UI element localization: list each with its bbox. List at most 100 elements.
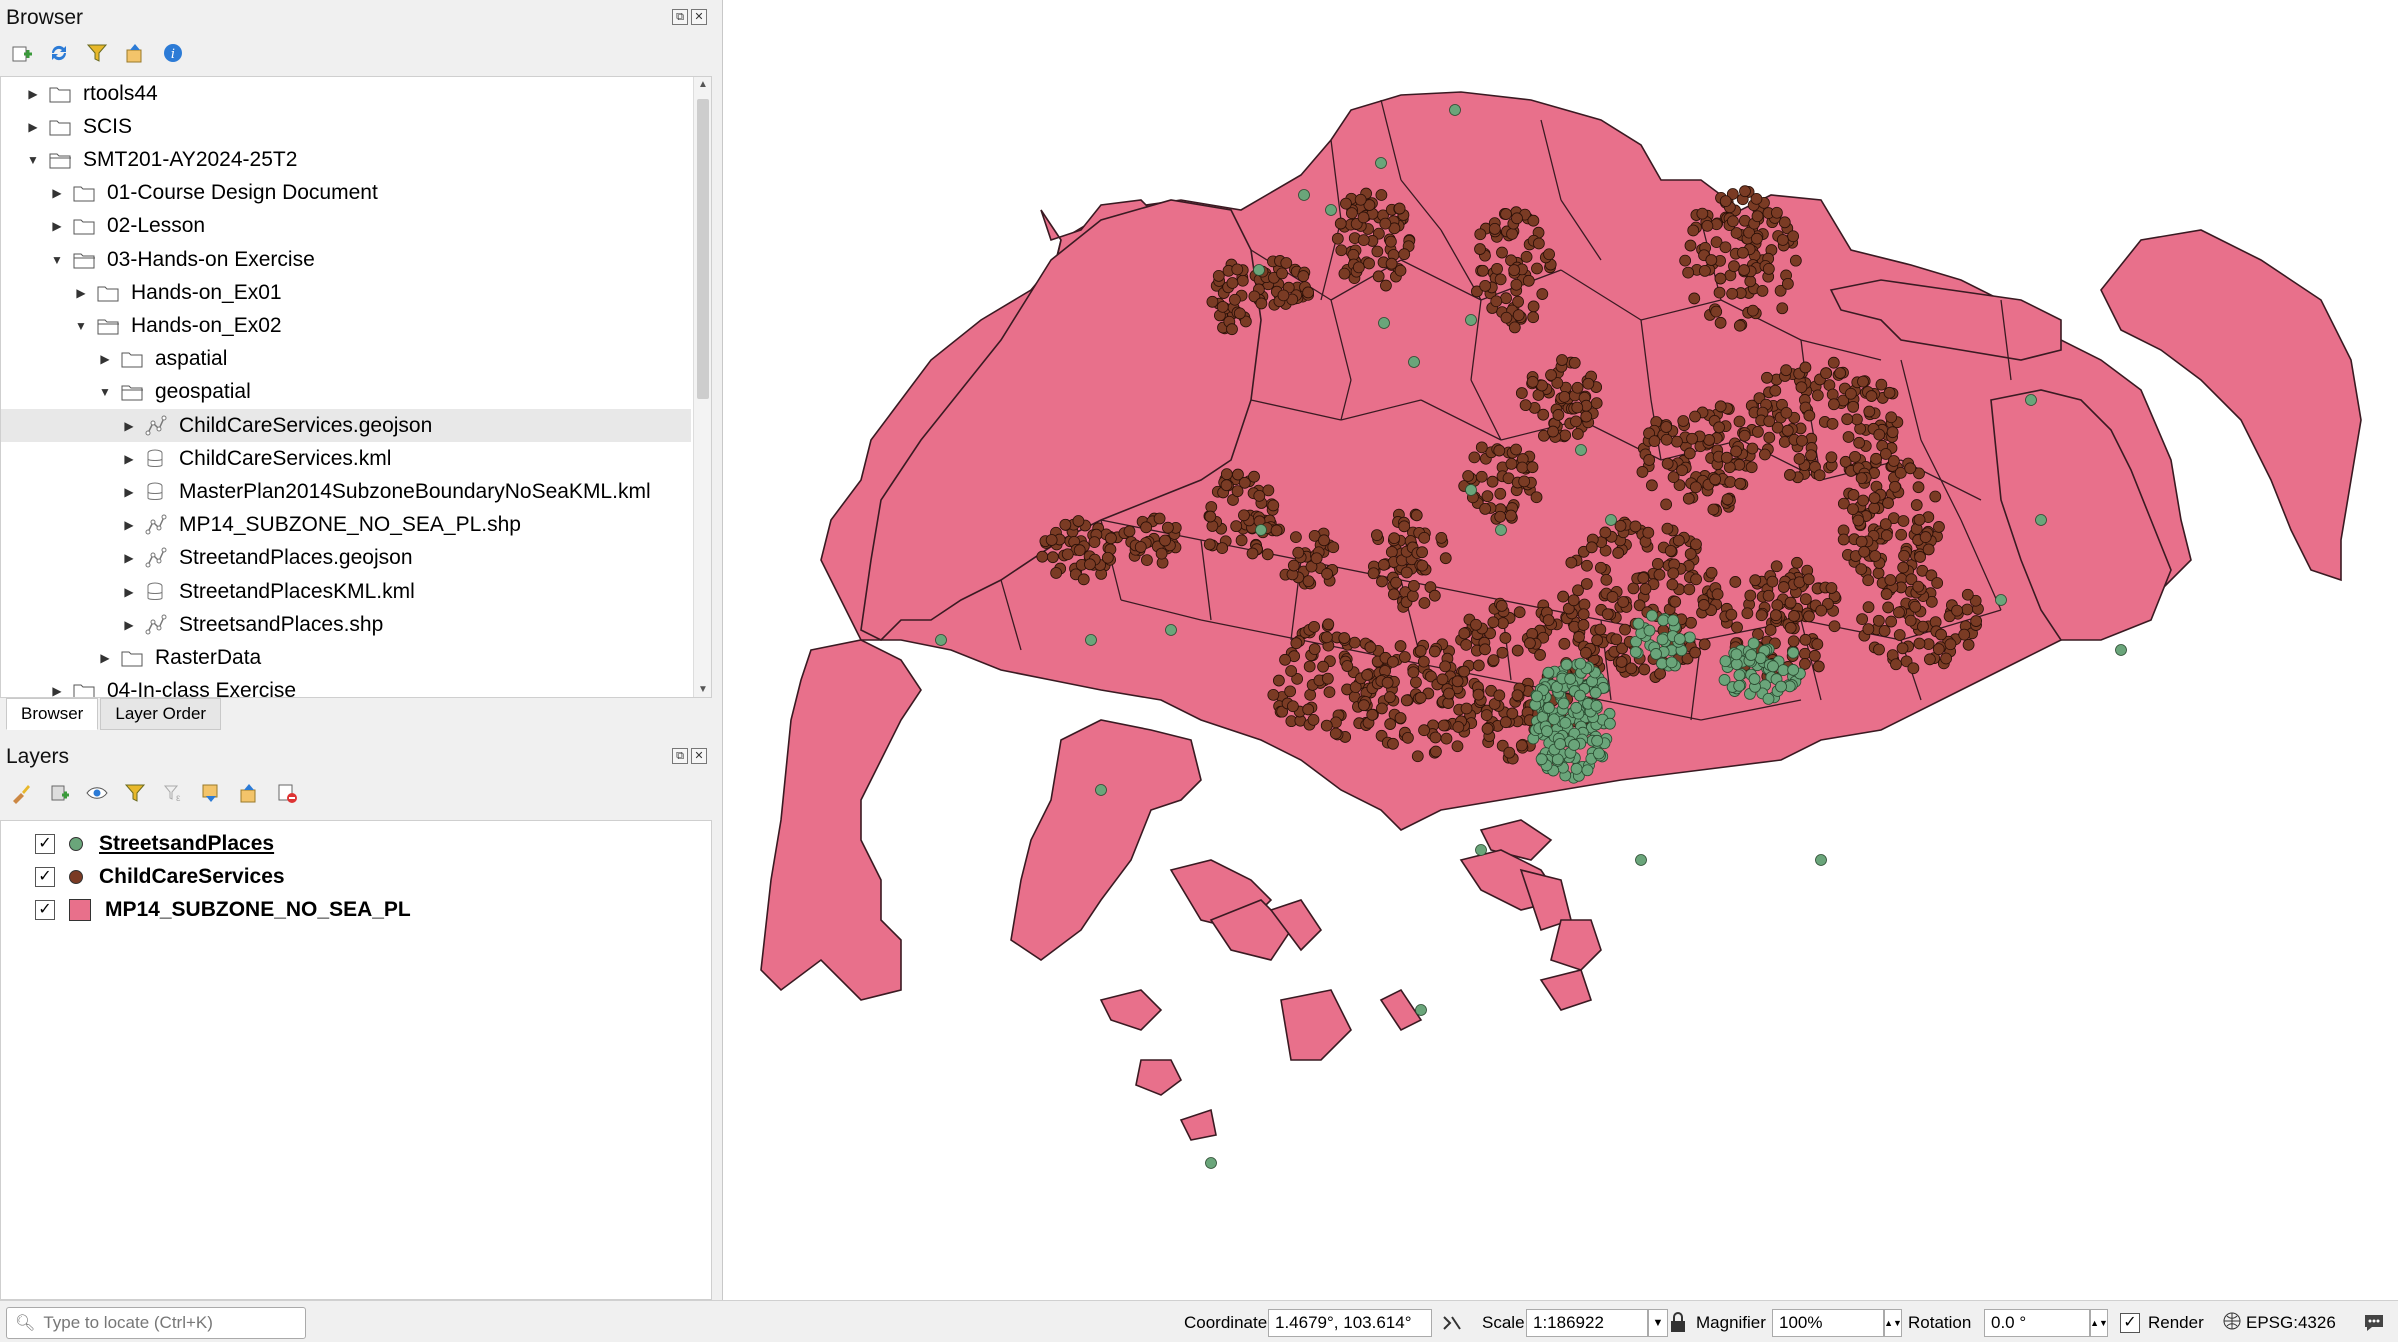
tree-item[interactable]: ▶ aspatial xyxy=(1,343,691,376)
tree-item[interactable]: ▶ ChildCareServices.geojson xyxy=(1,409,691,442)
messages-icon[interactable] xyxy=(2362,1309,2386,1337)
layer-visibility-checkbox[interactable]: ✓ xyxy=(35,833,55,854)
add-group-icon[interactable] xyxy=(46,780,72,806)
childcare-point xyxy=(1515,387,1528,399)
magnifier-spinner[interactable]: ▲▼ xyxy=(1884,1309,1902,1337)
float-panel-button[interactable]: ⧉ xyxy=(672,9,688,25)
map-canvas[interactable] xyxy=(722,0,2398,1300)
refresh-icon[interactable] xyxy=(46,40,72,66)
chevron-right-icon[interactable]: ▶ xyxy=(121,418,137,434)
scale-dropdown-icon[interactable]: ▼ xyxy=(1648,1309,1668,1337)
undefined[interactable] xyxy=(1135,1059,1183,1096)
layer-visibility-checkbox[interactable]: ✓ xyxy=(35,899,55,920)
chevron-right-icon[interactable]: ▶ xyxy=(49,683,65,697)
tree-item[interactable]: ▶ RasterData xyxy=(1,641,691,674)
filter-expression-icon[interactable]: ε xyxy=(160,780,186,806)
chevron-right-icon[interactable]: ▶ xyxy=(121,517,137,533)
chevron-right-icon[interactable]: ▶ xyxy=(121,484,137,500)
close-panel-button[interactable]: ✕ xyxy=(691,9,707,25)
childcare-point xyxy=(1475,441,1488,454)
tree-item[interactable]: ▶ StreetandPlaces.geojson xyxy=(1,542,691,575)
undefined[interactable] xyxy=(1099,989,1163,1031)
tree-item[interactable]: ▶ Hands-on_Ex01 xyxy=(1,276,691,309)
tree-item[interactable]: ▶ rtools44 xyxy=(1,77,691,110)
tree-item[interactable]: ▶ MasterPlan2014SubzoneBoundaryNoSeaKML.k… xyxy=(1,475,691,508)
undefined[interactable] xyxy=(1379,988,1423,1032)
undefined[interactable] xyxy=(1550,919,1602,971)
undefined[interactable] xyxy=(1539,969,1593,1011)
tree-item[interactable]: ▶ ChildCareServices.kml xyxy=(1,442,691,475)
rotation-field[interactable]: 0.0 ° xyxy=(1984,1309,2090,1337)
chevron-right-icon[interactable]: ▶ xyxy=(25,119,41,135)
tree-item[interactable]: ▼ SMT201-AY2024-25T2 xyxy=(1,143,691,176)
collapse-all-icon[interactable] xyxy=(122,40,148,66)
float-layers-panel-button[interactable]: ⧉ xyxy=(672,748,688,764)
scrollbar-thumb[interactable] xyxy=(697,99,709,399)
tree-item[interactable]: ▼ Hands-on_Ex02 xyxy=(1,309,691,342)
tree-item[interactable]: ▶ StreetandPlacesKML.kml xyxy=(1,575,691,608)
chevron-down-icon[interactable]: ▼ xyxy=(73,318,89,334)
street-point xyxy=(1995,594,2007,606)
tree-item[interactable]: ▼ 03-Hands-on Exercise xyxy=(1,243,691,276)
close-layers-panel-button[interactable]: ✕ xyxy=(691,748,707,764)
childcare-point xyxy=(1280,257,1293,269)
chevron-right-icon[interactable]: ▶ xyxy=(121,550,137,566)
undefined[interactable] xyxy=(1280,989,1352,1061)
style-brush-icon[interactable] xyxy=(8,780,34,806)
childcare-point xyxy=(1236,274,1249,287)
rotation-spinner[interactable]: ▲▼ xyxy=(2090,1309,2108,1337)
chevron-down-icon[interactable]: ▼ xyxy=(49,252,65,268)
crs-button[interactable]: EPSG:4326 xyxy=(2246,1313,2336,1333)
add-selected-layers-icon[interactable] xyxy=(8,40,34,66)
layer-item[interactable]: ✓ StreetsandPlaces xyxy=(35,827,274,860)
chevron-right-icon[interactable]: ▶ xyxy=(73,285,89,301)
browser-tree[interactable]: ▶ rtools44 ▶ SCIS ▼ SMT201-AY2024-25T2 ▶ 01-Cou… xyxy=(0,76,712,698)
chevron-down-icon[interactable]: ▼ xyxy=(97,384,113,400)
tree-item[interactable]: ▶ SCIS xyxy=(1,110,691,143)
chevron-right-icon[interactable]: ▶ xyxy=(121,617,137,633)
chevron-right-icon[interactable]: ▶ xyxy=(25,86,41,102)
chevron-down-icon[interactable]: ▼ xyxy=(25,152,41,168)
tree-item[interactable]: ▶ 02-Lesson xyxy=(1,210,691,243)
layer-item[interactable]: ✓ MP14_SUBZONE_NO_SEA_PL xyxy=(35,893,411,926)
undefined[interactable] xyxy=(1179,1108,1217,1141)
tree-item[interactable]: ▶ 01-Course Design Document xyxy=(1,177,691,210)
tree-item[interactable]: ▶ MP14_SUBZONE_NO_SEA_PL.shp xyxy=(1,509,691,542)
collapse-all-layers-icon[interactable] xyxy=(236,780,262,806)
expand-all-icon[interactable] xyxy=(198,780,224,806)
locator-search-input[interactable]: 🔍︎ Type to locate (Ctrl+K) xyxy=(6,1307,306,1339)
toggle-extents-icon[interactable] xyxy=(1440,1309,1464,1337)
filter-legend-icon[interactable] xyxy=(122,780,148,806)
filter-icon[interactable] xyxy=(84,40,110,66)
street-point xyxy=(1581,764,1594,777)
chevron-right-icon[interactable]: ▶ xyxy=(121,451,137,467)
childcare-point xyxy=(1912,580,1925,593)
street-point xyxy=(1730,658,1743,671)
street-point xyxy=(1593,747,1605,760)
tree-item[interactable]: ▼ geospatial xyxy=(1,376,691,409)
layers-tree[interactable]: ✓ StreetsandPlaces ✓ ChildCareServices ✓ MP14… xyxy=(0,820,712,1300)
browser-scrollbar[interactable]: ▲ ▼ xyxy=(693,77,711,697)
tab-layer-order[interactable]: Layer Order xyxy=(100,698,222,730)
undefined[interactable] xyxy=(1010,719,1202,961)
remove-layer-icon[interactable] xyxy=(274,780,300,806)
lock-scale-icon[interactable] xyxy=(1668,1309,1688,1337)
render-checkbox[interactable]: ✓ xyxy=(2120,1313,2140,1333)
layer-visibility-checkbox[interactable]: ✓ xyxy=(35,866,55,887)
tree-item[interactable]: ▶ StreetsandPlaces.shp xyxy=(1,608,691,641)
visibility-eye-icon[interactable] xyxy=(84,780,110,806)
chevron-right-icon[interactable]: ▶ xyxy=(121,584,137,600)
chevron-right-icon[interactable]: ▶ xyxy=(49,218,65,234)
magnifier-field[interactable]: 100% xyxy=(1772,1309,1884,1337)
layer-item[interactable]: ✓ ChildCareServices xyxy=(35,860,285,893)
chevron-right-icon[interactable]: ▶ xyxy=(49,185,65,201)
childcare-point xyxy=(1220,468,1233,481)
tree-item[interactable]: ▶ 04-In-class Exercise xyxy=(1,675,691,697)
tab-browser[interactable]: Browser xyxy=(6,698,99,730)
info-icon[interactable]: i xyxy=(160,40,186,66)
chevron-right-icon[interactable]: ▶ xyxy=(97,351,113,367)
undefined[interactable] xyxy=(760,639,922,1001)
coordinate-field[interactable]: 1.4679°, 103.614° xyxy=(1268,1309,1432,1337)
scale-field[interactable]: 1:186922 xyxy=(1526,1309,1648,1337)
chevron-right-icon[interactable]: ▶ xyxy=(97,650,113,666)
